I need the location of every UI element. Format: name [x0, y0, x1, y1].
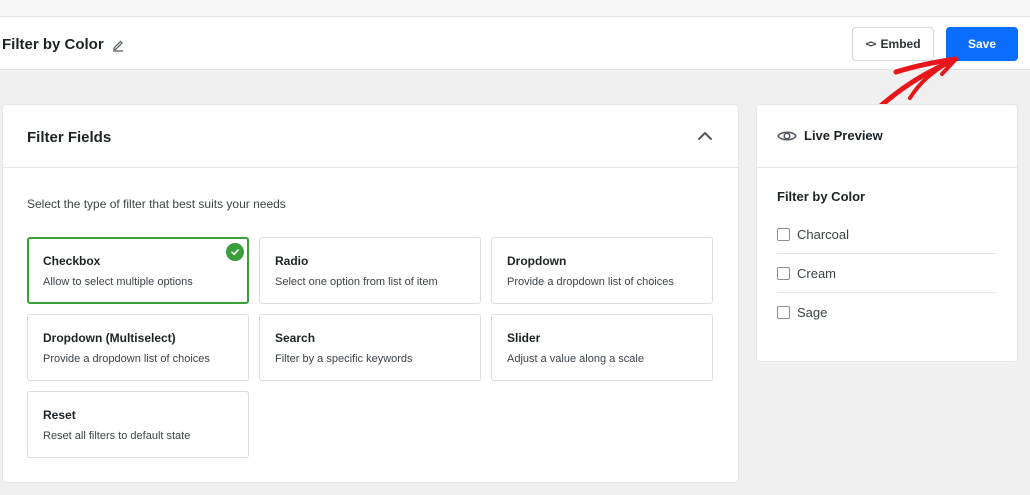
option-description: Select one option from list of item — [275, 276, 438, 288]
option-title: Reset — [43, 408, 76, 422]
option-title: Dropdown — [507, 254, 567, 268]
option-description: Provide a dropdown list of choices — [43, 353, 210, 365]
option-description: Reset all filters to default state — [43, 430, 191, 442]
option-label: Cream — [797, 265, 837, 281]
preview-option-charcoal[interactable]: Charcoal — [777, 215, 997, 254]
page-title: Filter by Color — [2, 36, 104, 53]
filter-option-slider[interactable]: Slider Adjust a value along a scale — [491, 314, 713, 381]
top-strip — [0, 0, 1030, 17]
filter-fields-panel: Filter Fields Select the type of filter … — [2, 104, 739, 483]
preview-option-sage[interactable]: Sage — [777, 293, 997, 332]
option-description: Filter by a specific keywords — [275, 353, 413, 365]
embed-label: Embed — [880, 37, 921, 51]
preview-filter-title: Filter by Color — [777, 189, 866, 204]
option-title: Checkbox — [43, 254, 101, 268]
filter-option-search[interactable]: Search Filter by a specific keywords — [259, 314, 481, 381]
option-label: Sage — [797, 305, 828, 320]
live-preview-panel: Live Preview Filter by Color Charcoal Cr… — [756, 104, 1018, 362]
preview-header: Live Preview — [757, 105, 1017, 168]
filter-option-reset[interactable]: Reset Reset all filters to default state — [27, 391, 249, 458]
title-group: Filter by Color — [2, 36, 125, 53]
preview-title: Live Preview — [804, 128, 883, 143]
panel-title: Filter Fields — [27, 129, 112, 146]
filter-option-dropdown-multiselect[interactable]: Dropdown (Multiselect) Provide a dropdow… — [27, 314, 249, 381]
eye-icon — [777, 131, 797, 141]
preview-option-cream[interactable]: Cream — [777, 254, 997, 293]
option-title: Radio — [275, 254, 309, 268]
option-label: Charcoal — [797, 226, 850, 242]
panel-header: Filter Fields — [3, 105, 738, 168]
option-description: Provide a dropdown list of choices — [507, 276, 674, 288]
checkbox[interactable] — [777, 306, 790, 319]
option-title: Search — [275, 331, 316, 345]
option-title: Slider — [507, 331, 541, 345]
option-description: Allow to select multiple options — [43, 276, 193, 288]
checkbox[interactable] — [777, 227, 790, 241]
option-title: Dropdown (Multiselect) — [43, 331, 176, 345]
filter-option-checkbox[interactable]: Checkbox Allow to select multiple option… — [27, 237, 249, 304]
code-icon: <> — [865, 38, 876, 50]
pencil-icon[interactable] — [111, 38, 125, 52]
panel-description: Select the type of filter that best suit… — [27, 197, 286, 211]
option-description: Adjust a value along a scale — [507, 353, 644, 365]
check-icon — [226, 243, 244, 261]
checkbox[interactable] — [777, 266, 790, 280]
filter-option-dropdown[interactable]: Dropdown Provide a dropdown list of choi… — [491, 237, 713, 304]
chevron-up-icon[interactable] — [697, 131, 713, 141]
filter-option-radio[interactable]: Radio Select one option from list of ite… — [259, 237, 481, 304]
